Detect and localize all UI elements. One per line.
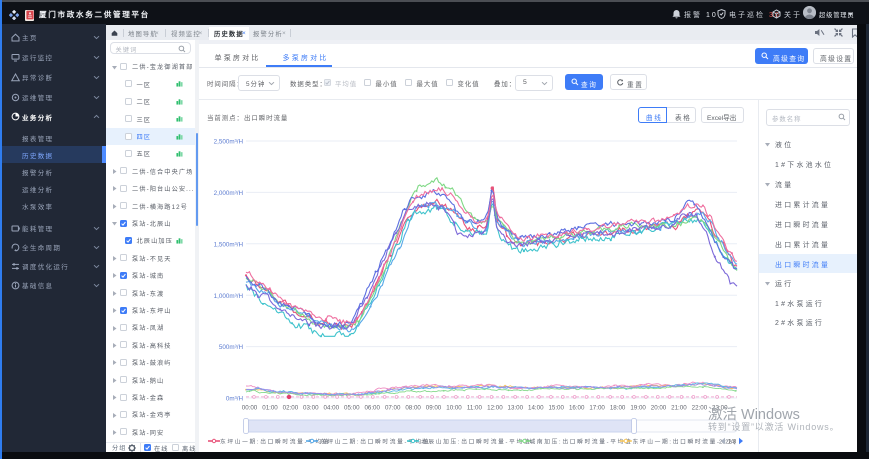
svg-text:0m³/H: 0m³/H [226,396,244,403]
svg-text:13:00: 13:00 [508,405,524,412]
svg-text:500m³/H: 500m³/H [219,344,244,351]
svg-text:北辰山加压:出口瞬时流量-平均值: 北辰山加压:出口瞬时流量-平均值 [421,437,531,445]
svg-text:15:00: 15:00 [548,405,564,412]
svg-text:20:00: 20:00 [651,405,667,412]
svg-text:14:00: 14:00 [528,405,544,412]
svg-text:16:00: 16:00 [569,405,585,412]
svg-text:18:00: 18:00 [610,405,626,412]
svg-text:10:00: 10:00 [446,405,462,412]
svg-text:2,500m³/H: 2,500m³/H [214,139,244,146]
svg-text:2,000m³/H: 2,000m³/H [214,190,244,197]
svg-text:01:00: 01:00 [262,405,278,412]
svg-text:05:00: 05:00 [344,405,360,412]
svg-text:12:00: 12:00 [487,405,503,412]
svg-text:21:00: 21:00 [671,405,687,412]
svg-text:00:00: 00:00 [242,405,258,412]
svg-text:东坪山一期:出口瞬时流量-2022-(: 东坪山一期:出口瞬时流量-2022-( [633,437,736,445]
svg-text:08:00: 08:00 [405,405,421,412]
svg-text:07:00: 07:00 [385,405,401,412]
svg-text:22:00: 22:00 [692,405,708,412]
svg-text:09:00: 09:00 [426,405,442,412]
svg-text:1,500m³/H: 1,500m³/H [214,241,244,248]
svg-text:17:00: 17:00 [589,405,605,412]
svg-text:04:00: 04:00 [324,405,340,412]
svg-text:11:00: 11:00 [467,405,483,412]
svg-text:02:00: 02:00 [283,405,299,412]
svg-text:1,000m³/H: 1,000m³/H [214,293,244,300]
svg-text:1/8: 1/8 [728,439,737,446]
svg-text:06:00: 06:00 [364,405,380,412]
svg-text:19:00: 19:00 [630,405,646,412]
svg-text:城南加压:出口瞬时流量-平均值: 城南加压:出口瞬时流量-平均值 [530,437,633,445]
svg-text:03:00: 03:00 [303,405,319,412]
